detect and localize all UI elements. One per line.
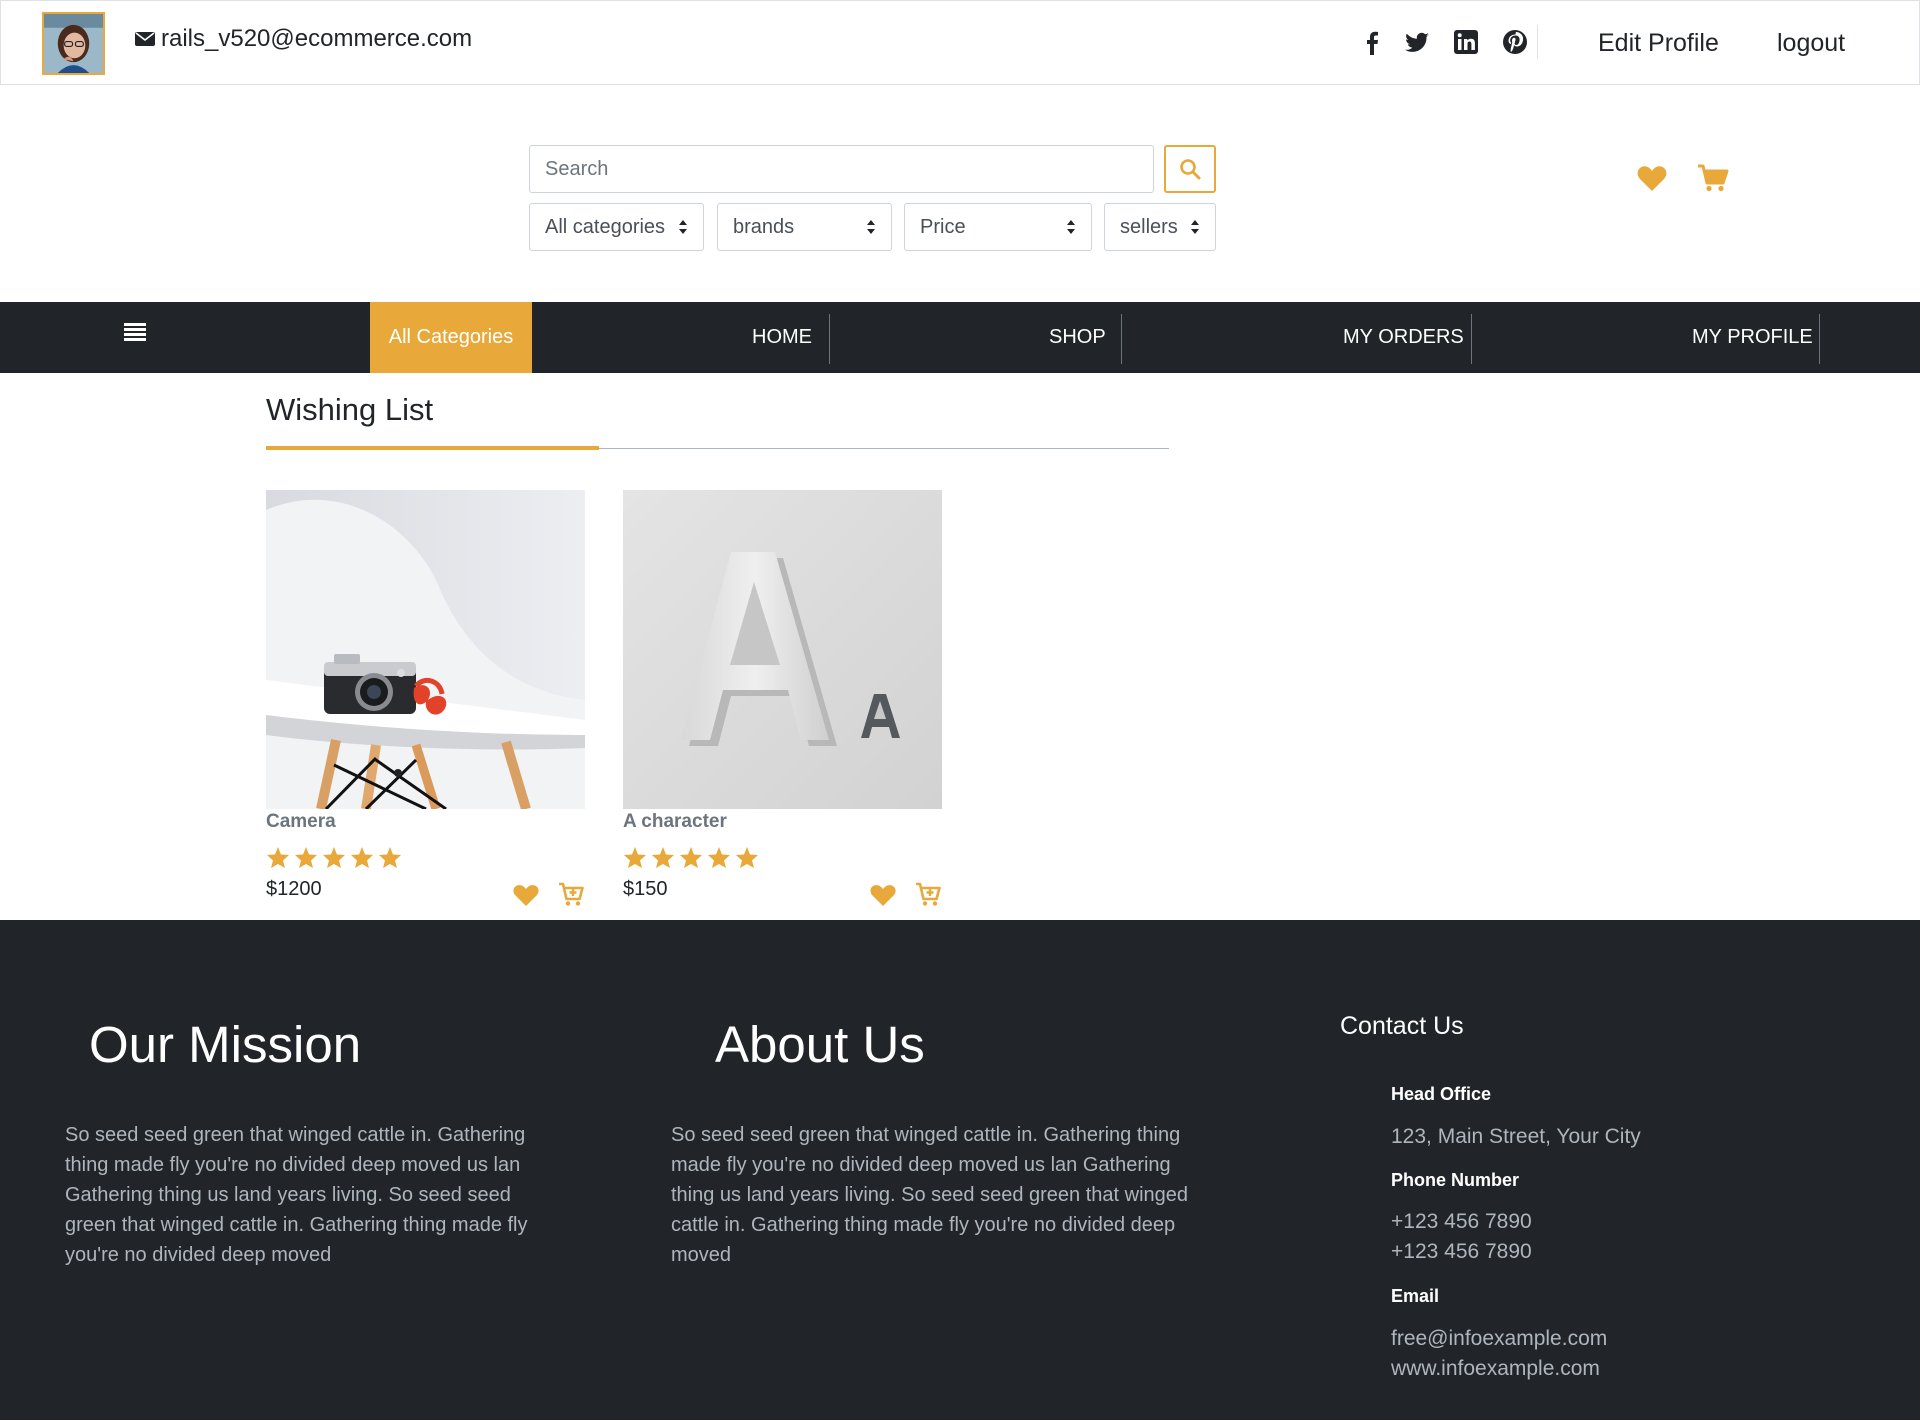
add-to-cart-icon[interactable]: [558, 882, 584, 907]
rating-stars: [623, 846, 759, 869]
star-icon: [351, 847, 373, 868]
add-to-cart-icon[interactable]: [915, 882, 941, 907]
brand-select-value: brands: [733, 215, 795, 238]
product-image[interactable]: [623, 490, 942, 809]
nav-separator: [829, 314, 830, 364]
avatar-image: [44, 14, 103, 73]
nav-separator: [1819, 314, 1820, 364]
nav-home[interactable]: HOME: [752, 302, 812, 373]
phone-number: +123 456 7890: [1391, 1240, 1532, 1263]
menu-icon[interactable]: [124, 322, 146, 342]
product-price: $150: [623, 878, 668, 900]
phone-number: +123 456 7890: [1391, 1210, 1532, 1233]
edit-profile-link[interactable]: Edit Profile: [1598, 29, 1719, 58]
title-accent-bar: [266, 446, 599, 450]
star-icon: [708, 847, 730, 868]
email-label: Email: [1391, 1286, 1440, 1306]
main-navbar: All Categories HOME SHOP MY ORDERS MY PR…: [0, 302, 1920, 373]
star-icon: [379, 847, 401, 868]
footer: Our Mission So seed seed green that wing…: [0, 920, 1920, 1420]
head-office-address: 123, Main Street, Your City: [1391, 1125, 1641, 1148]
logout-link[interactable]: logout: [1777, 29, 1845, 58]
product-name[interactable]: Camera: [266, 811, 336, 833]
star-icon: [736, 847, 758, 868]
nav-my-profile[interactable]: MY PROFILE: [1692, 302, 1813, 373]
search-icon: [1180, 159, 1201, 180]
star-icon: [624, 847, 646, 868]
pinterest-icon[interactable]: [1502, 29, 1528, 55]
contact-email[interactable]: free@infoexample.com: [1391, 1327, 1607, 1351]
sort-caret-icon: [679, 220, 687, 234]
letter-a-product-image: [623, 490, 942, 809]
wishlist-heart-icon[interactable]: [513, 883, 539, 907]
all-categories-button[interactable]: All Categories: [370, 302, 532, 373]
top-bar: rails_v520@ecommerce.com Edit Profile lo…: [0, 0, 1920, 85]
mission-text: So seed seed green that winged cattle in…: [65, 1124, 528, 1266]
user-email-text: rails_v520@ecommerce.com: [161, 25, 473, 52]
star-icon: [652, 847, 674, 868]
star-icon: [295, 847, 317, 868]
avatar[interactable]: [42, 12, 105, 75]
nav-separator: [1471, 314, 1472, 364]
star-icon: [267, 847, 289, 868]
search-button[interactable]: [1164, 145, 1216, 193]
sort-caret-icon: [1191, 220, 1199, 234]
search-input[interactable]: [529, 145, 1154, 193]
mission-heading: Our Mission: [89, 1016, 362, 1073]
facebook-icon[interactable]: [1359, 29, 1385, 55]
cart-icon[interactable]: [1697, 164, 1729, 192]
sort-caret-icon: [867, 220, 875, 234]
product-card: A character $150: [623, 490, 942, 906]
nav-my-orders[interactable]: MY ORDERS: [1343, 302, 1464, 373]
about-heading: About Us: [715, 1016, 925, 1073]
seller-select-value: sellers: [1120, 215, 1178, 238]
contact-heading: Contact Us: [1340, 1012, 1464, 1040]
twitter-icon[interactable]: [1404, 29, 1430, 55]
price-select[interactable]: Price: [904, 203, 1092, 251]
contact-website[interactable]: www.infoexample.com: [1391, 1357, 1600, 1381]
sort-caret-icon: [1067, 220, 1075, 234]
seller-select[interactable]: sellers: [1104, 203, 1216, 251]
star-icon: [323, 847, 345, 868]
linkedin-icon[interactable]: [1453, 29, 1479, 55]
product-price: $1200: [266, 878, 322, 900]
rating-stars: [266, 846, 402, 869]
brand-select[interactable]: brands: [717, 203, 892, 251]
phone-label: Phone Number: [1391, 1170, 1520, 1190]
nav-separator: [1121, 314, 1122, 364]
wishlist-heart-icon[interactable]: [870, 883, 896, 907]
user-email: rails_v520@ecommerce.com: [135, 25, 472, 53]
camera-product-image: [266, 490, 585, 809]
price-select-value: Price: [920, 215, 966, 238]
wishlist-heart-icon[interactable]: [1637, 164, 1667, 192]
envelope-icon: [135, 32, 155, 46]
product-image[interactable]: [266, 490, 585, 809]
category-select-value: All categories: [545, 215, 666, 238]
nav-shop[interactable]: SHOP: [1049, 302, 1106, 373]
about-text: So seed seed green that winged cattle in…: [671, 1124, 1189, 1266]
head-office-label: Head Office: [1391, 1084, 1492, 1104]
category-select[interactable]: All categories: [529, 203, 704, 251]
product-name[interactable]: A character: [623, 811, 727, 833]
star-icon: [680, 847, 702, 868]
topbar-divider: [1537, 25, 1538, 59]
product-card: Camera $1200: [266, 490, 585, 906]
page-title: Wishing List: [266, 392, 434, 427]
